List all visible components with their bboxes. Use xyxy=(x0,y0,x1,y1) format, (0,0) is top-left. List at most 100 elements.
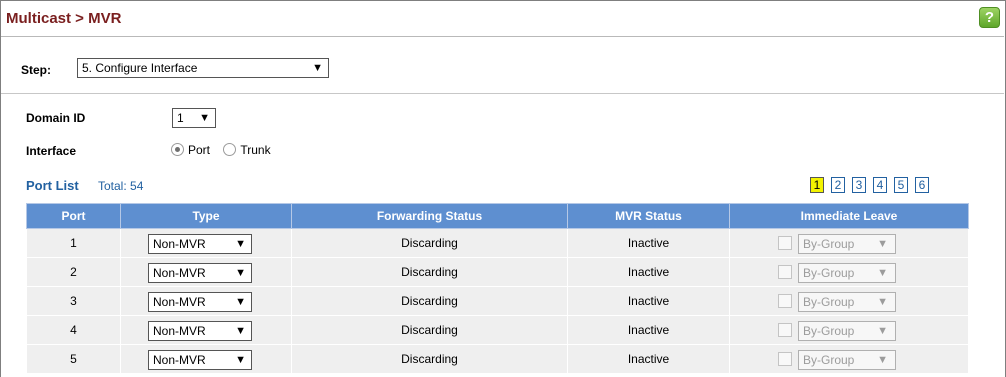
immediate-leave-select[interactable]: By-Group ▼ xyxy=(798,321,896,341)
immediate-leave-checkbox[interactable] xyxy=(778,352,792,366)
step-select-value: 5. Configure Interface xyxy=(82,61,198,75)
domain-id-select[interactable]: 1 ▼ xyxy=(172,108,216,128)
immediate-leave-select[interactable]: By-Group ▼ xyxy=(798,234,896,254)
port-list-title: Port List xyxy=(26,178,79,193)
chevron-down-icon: ▼ xyxy=(877,325,888,337)
type-cell: Non-MVR ▼ xyxy=(120,315,292,345)
page-link-2[interactable]: 2 xyxy=(831,177,845,193)
immediate-leave-cell: By-Group ▼ xyxy=(729,344,969,374)
mvr-status-cell: Inactive xyxy=(567,344,730,374)
forwarding-status-cell: Discarding xyxy=(291,315,568,345)
forwarding-status-cell: Discarding xyxy=(291,257,568,287)
page-link-4[interactable]: 4 xyxy=(873,177,887,193)
column-header-mvr-status: MVR Status xyxy=(567,203,730,229)
type-select-value: Non-MVR xyxy=(153,266,206,280)
interface-trunk-label: Trunk xyxy=(240,142,271,157)
type-cell: Non-MVR ▼ xyxy=(120,286,292,316)
immediate-leave-cell: By-Group ▼ xyxy=(729,228,969,258)
immediate-leave-checkbox[interactable] xyxy=(778,236,792,250)
chevron-down-icon: ▼ xyxy=(199,112,210,124)
title-bar: Multicast > MVR ? xyxy=(1,1,1004,37)
port-cell: 4 xyxy=(26,315,121,345)
table-row: 4 Non-MVR ▼ Discarding Inactive By-Group ▼ xyxy=(26,315,969,345)
port-cell: 3 xyxy=(26,286,121,316)
step-row: Step: 5. Configure Interface ▼ xyxy=(1,55,1004,86)
chevron-down-icon: ▼ xyxy=(235,238,246,250)
port-cell: 5 xyxy=(26,344,121,374)
immediate-leave-select[interactable]: By-Group ▼ xyxy=(798,292,896,312)
step-label: Step: xyxy=(21,63,51,77)
immediate-leave-value: By-Group xyxy=(803,324,855,338)
type-select[interactable]: Non-MVR ▼ xyxy=(148,350,252,370)
immediate-leave-checkbox[interactable] xyxy=(778,323,792,337)
port-table: Port Type Forwarding Status MVR Status I… xyxy=(26,203,969,374)
port-list-total: Total: 54 xyxy=(98,179,144,193)
chevron-down-icon: ▼ xyxy=(877,296,888,308)
pagination: 123456 xyxy=(810,177,936,195)
page-link-1[interactable]: 1 xyxy=(810,177,824,193)
chevron-down-icon: ▼ xyxy=(235,267,246,279)
table-header-row: Port Type Forwarding Status MVR Status I… xyxy=(26,203,969,229)
chevron-down-icon: ▼ xyxy=(235,296,246,308)
column-header-forwarding-status: Forwarding Status xyxy=(291,203,568,229)
step-select[interactable]: 5. Configure Interface ▼ xyxy=(77,58,329,78)
immediate-leave-select[interactable]: By-Group ▼ xyxy=(798,263,896,283)
immediate-leave-value: By-Group xyxy=(803,266,855,280)
chevron-down-icon: ▼ xyxy=(235,325,246,337)
type-select-value: Non-MVR xyxy=(153,324,206,338)
mvr-status-cell: Inactive xyxy=(567,315,730,345)
immediate-leave-value: By-Group xyxy=(803,353,855,367)
immediate-leave-cell: By-Group ▼ xyxy=(729,286,969,316)
page-link-6[interactable]: 6 xyxy=(915,177,929,193)
column-header-immediate-leave: Immediate Leave xyxy=(729,203,969,229)
chevron-down-icon: ▼ xyxy=(235,354,246,366)
type-select[interactable]: Non-MVR ▼ xyxy=(148,321,252,341)
mvr-status-cell: Inactive xyxy=(567,228,730,258)
type-select-value: Non-MVR xyxy=(153,237,206,251)
forwarding-status-cell: Discarding xyxy=(291,286,568,316)
domain-id-label: Domain ID xyxy=(26,111,86,125)
interface-port-label: Port xyxy=(188,142,211,157)
type-cell: Non-MVR ▼ xyxy=(120,257,292,287)
type-select[interactable]: Non-MVR ▼ xyxy=(148,234,252,254)
type-select-value: Non-MVR xyxy=(153,353,206,367)
type-select[interactable]: Non-MVR ▼ xyxy=(148,263,252,283)
table-row: 2 Non-MVR ▼ Discarding Inactive By-Group ▼ xyxy=(26,257,969,287)
immediate-leave-checkbox[interactable] xyxy=(778,265,792,279)
chevron-down-icon: ▼ xyxy=(312,62,323,74)
table-row: 5 Non-MVR ▼ Discarding Inactive By-Group ▼ xyxy=(26,344,969,374)
chevron-down-icon: ▼ xyxy=(877,267,888,279)
immediate-leave-value: By-Group xyxy=(803,237,855,251)
chevron-down-icon: ▼ xyxy=(877,238,888,250)
interface-port-radio[interactable] xyxy=(171,143,184,157)
help-icon[interactable]: ? xyxy=(979,7,1000,28)
chevron-down-icon: ▼ xyxy=(877,354,888,366)
immediate-leave-cell: By-Group ▼ xyxy=(729,257,969,287)
table-row: 1 Non-MVR ▼ Discarding Inactive By-Group ▼ xyxy=(26,228,969,258)
immediate-leave-cell: By-Group ▼ xyxy=(729,315,969,345)
port-cell: 1 xyxy=(26,228,121,258)
forwarding-status-cell: Discarding xyxy=(291,228,568,258)
divider xyxy=(1,93,1004,94)
type-select[interactable]: Non-MVR ▼ xyxy=(148,292,252,312)
immediate-leave-select[interactable]: By-Group ▼ xyxy=(798,350,896,370)
type-cell: Non-MVR ▼ xyxy=(120,228,292,258)
page-link-5[interactable]: 5 xyxy=(894,177,908,193)
mvr-status-cell: Inactive xyxy=(567,286,730,316)
immediate-leave-value: By-Group xyxy=(803,295,855,309)
interface-trunk-radio[interactable] xyxy=(223,143,237,157)
mvr-status-cell: Inactive xyxy=(567,257,730,287)
port-cell: 2 xyxy=(26,257,121,287)
immediate-leave-checkbox[interactable] xyxy=(778,294,792,308)
type-cell: Non-MVR ▼ xyxy=(120,344,292,374)
column-header-port: Port xyxy=(26,203,121,229)
type-select-value: Non-MVR xyxy=(153,295,206,309)
table-row: 3 Non-MVR ▼ Discarding Inactive By-Group ▼ xyxy=(26,286,969,316)
interface-radio-group: Port Trunk xyxy=(171,142,281,160)
page-link-3[interactable]: 3 xyxy=(852,177,866,193)
page-title: Multicast > MVR xyxy=(6,10,122,27)
forwarding-status-cell: Discarding xyxy=(291,344,568,374)
domain-id-value: 1 xyxy=(177,111,184,125)
interface-label: Interface xyxy=(26,144,77,158)
column-header-type: Type xyxy=(120,203,292,229)
